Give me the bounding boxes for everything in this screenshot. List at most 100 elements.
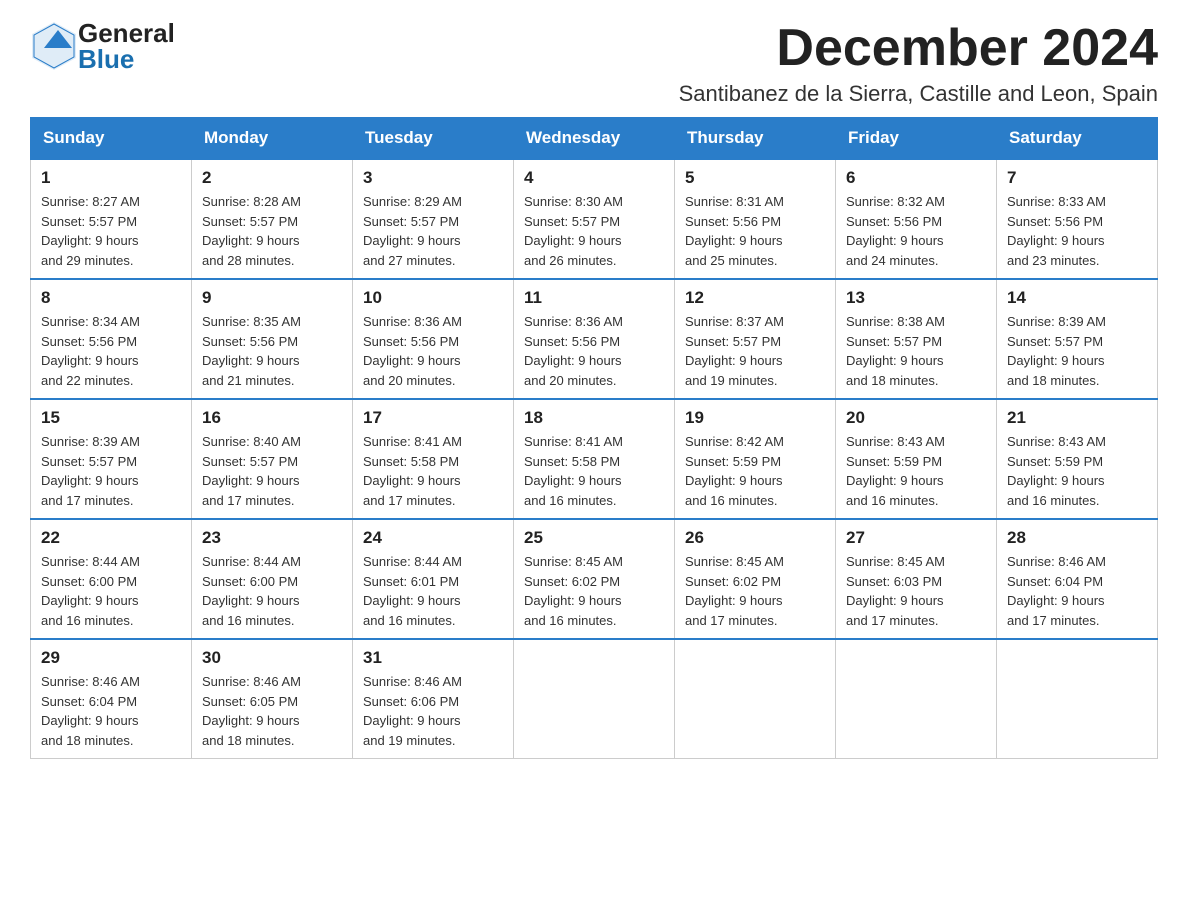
day-number: 12 bbox=[685, 288, 825, 308]
day-number: 23 bbox=[202, 528, 342, 548]
day-number: 11 bbox=[524, 288, 664, 308]
calendar-day-cell: 7 Sunrise: 8:33 AMSunset: 5:56 PMDaylight… bbox=[997, 159, 1158, 279]
calendar-week-row: 8 Sunrise: 8:34 AMSunset: 5:56 PMDaylight… bbox=[31, 279, 1158, 399]
calendar-day-cell: 31 Sunrise: 8:46 AMSunset: 6:06 PMDayligh… bbox=[353, 639, 514, 759]
day-number: 27 bbox=[846, 528, 986, 548]
calendar-day-cell: 1 Sunrise: 8:27 AMSunset: 5:57 PMDaylight… bbox=[31, 159, 192, 279]
logo: General Blue bbox=[30, 20, 175, 72]
day-info: Sunrise: 8:40 AMSunset: 5:57 PMDaylight:… bbox=[202, 432, 342, 510]
day-number: 5 bbox=[685, 168, 825, 188]
calendar-week-row: 29Sunrise: 8:46 AMSunset: 6:04 PMDayligh… bbox=[31, 639, 1158, 759]
calendar-day-cell: 23 Sunrise: 8:44 AMSunset: 6:00 PMDayligh… bbox=[192, 519, 353, 639]
calendar-day-cell: 27 Sunrise: 8:45 AMSunset: 6:03 PMDayligh… bbox=[836, 519, 997, 639]
day-info: Sunrise: 8:34 AMSunset: 5:56 PMDaylight:… bbox=[41, 312, 181, 390]
day-number: 6 bbox=[846, 168, 986, 188]
day-info: Sunrise: 8:27 AMSunset: 5:57 PMDaylight:… bbox=[41, 192, 181, 270]
calendar-day-cell: 28 Sunrise: 8:46 AMSunset: 6:04 PMDayligh… bbox=[997, 519, 1158, 639]
header-wednesday: Wednesday bbox=[514, 118, 675, 160]
day-info: Sunrise: 8:32 AMSunset: 5:56 PMDaylight:… bbox=[846, 192, 986, 270]
calendar-day-cell: 26 Sunrise: 8:45 AMSunset: 6:02 PMDayligh… bbox=[675, 519, 836, 639]
logo-blue-text: Blue bbox=[78, 46, 175, 72]
calendar-day-cell: 29Sunrise: 8:46 AMSunset: 6:04 PMDayligh… bbox=[31, 639, 192, 759]
day-info: Sunrise: 8:41 AMSunset: 5:58 PMDaylight:… bbox=[363, 432, 503, 510]
day-info: Sunrise: 8:44 AMSunset: 6:00 PMDaylight:… bbox=[202, 552, 342, 630]
day-info: Sunrise: 8:46 AMSunset: 6:04 PMDaylight:… bbox=[1007, 552, 1147, 630]
day-number: 19 bbox=[685, 408, 825, 428]
calendar-week-row: 1 Sunrise: 8:27 AMSunset: 5:57 PMDaylight… bbox=[31, 159, 1158, 279]
day-info: Sunrise: 8:45 AMSunset: 6:03 PMDaylight:… bbox=[846, 552, 986, 630]
header-sunday: Sunday bbox=[31, 118, 192, 160]
calendar-day-cell: 22 Sunrise: 8:44 AMSunset: 6:00 PMDayligh… bbox=[31, 519, 192, 639]
day-number: 26 bbox=[685, 528, 825, 548]
calendar-day-cell: 20Sunrise: 8:43 AMSunset: 5:59 PMDayligh… bbox=[836, 399, 997, 519]
day-info: Sunrise: 8:33 AMSunset: 5:56 PMDaylight:… bbox=[1007, 192, 1147, 270]
day-number: 22 bbox=[41, 528, 181, 548]
day-info: Sunrise: 8:39 AMSunset: 5:57 PMDaylight:… bbox=[41, 432, 181, 510]
day-info: Sunrise: 8:43 AMSunset: 5:59 PMDaylight:… bbox=[1007, 432, 1147, 510]
day-number: 7 bbox=[1007, 168, 1147, 188]
day-number: 3 bbox=[363, 168, 503, 188]
day-info: Sunrise: 8:31 AMSunset: 5:56 PMDaylight:… bbox=[685, 192, 825, 270]
calendar-day-cell: 10Sunrise: 8:36 AMSunset: 5:56 PMDayligh… bbox=[353, 279, 514, 399]
day-number: 24 bbox=[363, 528, 503, 548]
header-saturday: Saturday bbox=[997, 118, 1158, 160]
header-monday: Monday bbox=[192, 118, 353, 160]
logo-general-text: General bbox=[78, 20, 175, 46]
calendar-day-cell: 18Sunrise: 8:41 AMSunset: 5:58 PMDayligh… bbox=[514, 399, 675, 519]
day-info: Sunrise: 8:42 AMSunset: 5:59 PMDaylight:… bbox=[685, 432, 825, 510]
calendar-day-cell: 5 Sunrise: 8:31 AMSunset: 5:56 PMDaylight… bbox=[675, 159, 836, 279]
header-tuesday: Tuesday bbox=[353, 118, 514, 160]
page-header: General Blue December 2024 Santibanez de… bbox=[30, 20, 1158, 107]
day-info: Sunrise: 8:38 AMSunset: 5:57 PMDaylight:… bbox=[846, 312, 986, 390]
calendar-day-cell: 8 Sunrise: 8:34 AMSunset: 5:56 PMDaylight… bbox=[31, 279, 192, 399]
calendar-header-row: Sunday Monday Tuesday Wednesday Thursday… bbox=[31, 118, 1158, 160]
calendar-day-cell: 21 Sunrise: 8:43 AMSunset: 5:59 PMDayligh… bbox=[997, 399, 1158, 519]
calendar-day-cell: 6 Sunrise: 8:32 AMSunset: 5:56 PMDaylight… bbox=[836, 159, 997, 279]
calendar-day-cell: 24 Sunrise: 8:44 AMSunset: 6:01 PMDayligh… bbox=[353, 519, 514, 639]
calendar-day-cell: 16 Sunrise: 8:40 AMSunset: 5:57 PMDayligh… bbox=[192, 399, 353, 519]
day-info: Sunrise: 8:44 AMSunset: 6:01 PMDaylight:… bbox=[363, 552, 503, 630]
day-number: 21 bbox=[1007, 408, 1147, 428]
calendar-table: Sunday Monday Tuesday Wednesday Thursday… bbox=[30, 117, 1158, 759]
calendar-day-cell: 15Sunrise: 8:39 AMSunset: 5:57 PMDayligh… bbox=[31, 399, 192, 519]
day-info: Sunrise: 8:35 AMSunset: 5:56 PMDaylight:… bbox=[202, 312, 342, 390]
day-number: 13 bbox=[846, 288, 986, 308]
day-info: Sunrise: 8:29 AMSunset: 5:57 PMDaylight:… bbox=[363, 192, 503, 270]
empty-cell bbox=[836, 639, 997, 759]
empty-cell bbox=[997, 639, 1158, 759]
day-number: 2 bbox=[202, 168, 342, 188]
calendar-day-cell: 25Sunrise: 8:45 AMSunset: 6:02 PMDayligh… bbox=[514, 519, 675, 639]
day-number: 8 bbox=[41, 288, 181, 308]
day-info: Sunrise: 8:41 AMSunset: 5:58 PMDaylight:… bbox=[524, 432, 664, 510]
day-number: 9 bbox=[202, 288, 342, 308]
calendar-day-cell: 19 Sunrise: 8:42 AMSunset: 5:59 PMDayligh… bbox=[675, 399, 836, 519]
calendar-day-cell: 3 Sunrise: 8:29 AMSunset: 5:57 PMDaylight… bbox=[353, 159, 514, 279]
calendar-week-row: 15Sunrise: 8:39 AMSunset: 5:57 PMDayligh… bbox=[31, 399, 1158, 519]
header-thursday: Thursday bbox=[675, 118, 836, 160]
day-number: 20 bbox=[846, 408, 986, 428]
day-info: Sunrise: 8:28 AMSunset: 5:57 PMDaylight:… bbox=[202, 192, 342, 270]
day-number: 25 bbox=[524, 528, 664, 548]
day-info: Sunrise: 8:44 AMSunset: 6:00 PMDaylight:… bbox=[41, 552, 181, 630]
day-info: Sunrise: 8:46 AMSunset: 6:06 PMDaylight:… bbox=[363, 672, 503, 750]
day-number: 10 bbox=[363, 288, 503, 308]
calendar-day-cell: 17Sunrise: 8:41 AMSunset: 5:58 PMDayligh… bbox=[353, 399, 514, 519]
logo-text: General Blue bbox=[78, 20, 175, 72]
day-number: 30 bbox=[202, 648, 342, 668]
main-title: December 2024 bbox=[679, 20, 1158, 77]
day-info: Sunrise: 8:39 AMSunset: 5:57 PMDaylight:… bbox=[1007, 312, 1147, 390]
day-info: Sunrise: 8:46 AMSunset: 6:04 PMDaylight:… bbox=[41, 672, 181, 750]
day-number: 31 bbox=[363, 648, 503, 668]
day-info: Sunrise: 8:46 AMSunset: 6:05 PMDaylight:… bbox=[202, 672, 342, 750]
subtitle: Santibanez de la Sierra, Castille and Le… bbox=[679, 81, 1158, 107]
day-info: Sunrise: 8:45 AMSunset: 6:02 PMDaylight:… bbox=[685, 552, 825, 630]
day-number: 14 bbox=[1007, 288, 1147, 308]
logo-icon bbox=[30, 20, 78, 72]
day-number: 16 bbox=[202, 408, 342, 428]
day-info: Sunrise: 8:37 AMSunset: 5:57 PMDaylight:… bbox=[685, 312, 825, 390]
calendar-day-cell: 4Sunrise: 8:30 AMSunset: 5:57 PMDaylight… bbox=[514, 159, 675, 279]
calendar-day-cell: 30 Sunrise: 8:46 AMSunset: 6:05 PMDayligh… bbox=[192, 639, 353, 759]
day-number: 28 bbox=[1007, 528, 1147, 548]
day-number: 1 bbox=[41, 168, 181, 188]
calendar-day-cell: 13 Sunrise: 8:38 AMSunset: 5:57 PMDayligh… bbox=[836, 279, 997, 399]
